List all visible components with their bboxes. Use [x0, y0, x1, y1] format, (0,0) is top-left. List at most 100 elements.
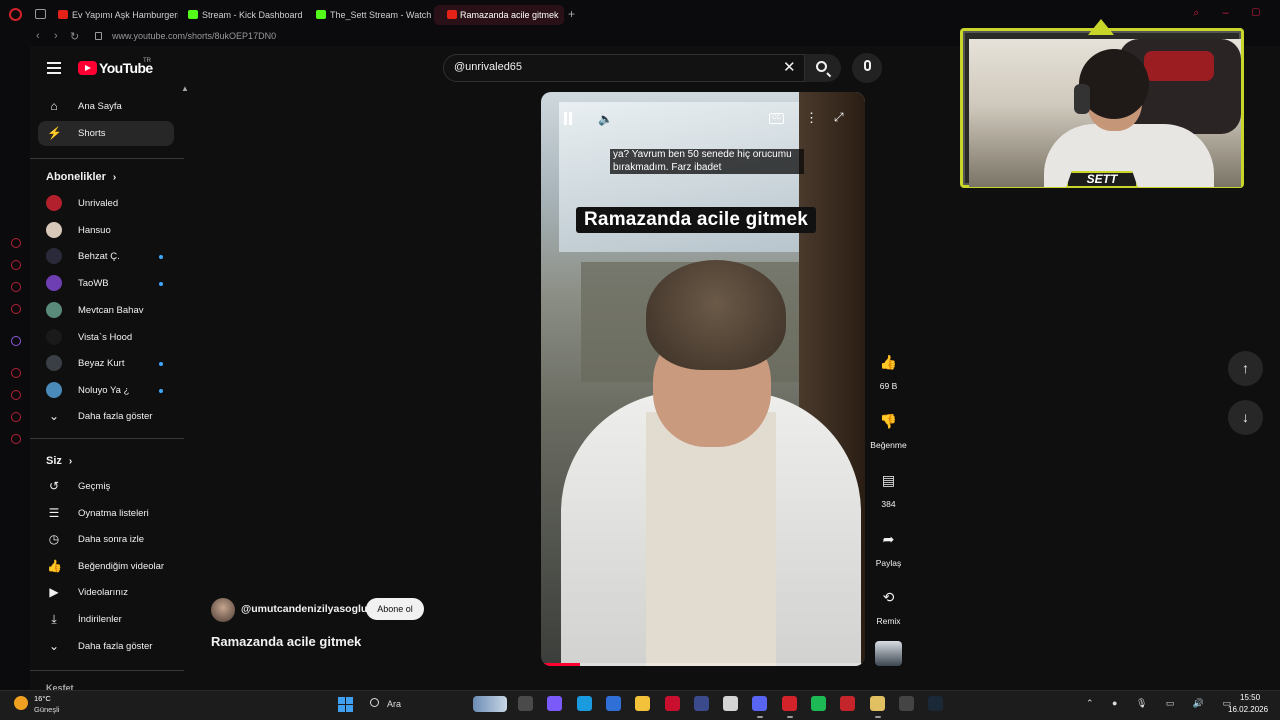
app-icon[interactable]: [723, 696, 739, 711]
reload-icon[interactable]: ↻: [70, 30, 79, 43]
sidebar-app-icon[interactable]: [11, 238, 21, 248]
menu-icon[interactable]: [47, 62, 61, 77]
dislike-button[interactable]: 👎 Beğenme: [868, 406, 909, 450]
subscription-item[interactable]: Noluyo Ya ¿: [38, 378, 174, 403]
pause-icon[interactable]: [563, 112, 573, 125]
sidebar-app-icon[interactable]: [11, 260, 21, 270]
browser-tab[interactable]: Ev Yapımı Aşk Hamburgeri: [58, 5, 178, 25]
weather-temperature[interactable]: 16°C: [34, 694, 51, 703]
subscriptions-heading[interactable]: Abonelikler ›: [46, 171, 116, 183]
tab-workspaces-icon[interactable]: [35, 9, 46, 19]
new-tab-button[interactable]: +: [568, 7, 575, 21]
settings-icon[interactable]: [11, 434, 21, 444]
weather-description[interactable]: Güneşli: [34, 705, 59, 714]
comments-button[interactable]: ▤ 384: [868, 465, 909, 509]
remix-button[interactable]: ⟲ Remix: [868, 582, 909, 626]
sidebar-app-icon[interactable]: [11, 282, 21, 292]
previous-short-button[interactable]: ↑: [1228, 351, 1263, 386]
more-options-icon[interactable]: ⋮: [805, 110, 818, 126]
mcafee-icon[interactable]: [664, 696, 680, 711]
record-icon[interactable]: [840, 696, 856, 711]
opera-icon[interactable]: [781, 696, 797, 711]
chevron-up-icon[interactable]: ▲: [181, 84, 189, 93]
discord-icon[interactable]: [752, 696, 768, 711]
channel-handle[interactable]: @umutcandenizilyasoglu: [241, 603, 367, 615]
browser-tab[interactable]: Stream - Kick Dashboard: [188, 5, 306, 25]
captions-icon[interactable]: CC: [769, 113, 784, 124]
channel-avatar[interactable]: [211, 598, 235, 622]
subscription-item[interactable]: TaoWB: [38, 271, 174, 296]
sidebar-item-playlists[interactable]: ☰ Oynatma listeleri: [38, 501, 174, 526]
search-query[interactable]: @unrivaled65: [454, 61, 522, 73]
taskbar-search-label[interactable]: Ara: [387, 699, 401, 709]
fullscreen-icon[interactable]: ⤢: [834, 110, 844, 125]
windows-start-icon[interactable]: [338, 697, 353, 712]
sidebar-item-watch-later[interactable]: ◷ Daha sonra izle: [38, 527, 174, 552]
you-heading[interactable]: Siz ›: [46, 455, 72, 467]
chevron-down-icon: ⌄: [48, 639, 60, 653]
youtube-logo-icon[interactable]: [78, 61, 97, 75]
sidebar-item-your-videos[interactable]: ▶ Videolarınız: [38, 580, 174, 605]
new-content-dot: [159, 255, 163, 260]
search-highlight-image[interactable]: [473, 696, 507, 712]
sound-channel-thumbnail[interactable]: [875, 641, 902, 666]
sidebar-app-icon[interactable]: [11, 412, 21, 422]
steam-icon[interactable]: [928, 696, 944, 711]
clock-time[interactable]: 15:50: [1240, 693, 1260, 702]
subscription-item[interactable]: Hansuo: [38, 218, 174, 243]
subscription-item[interactable]: Beyaz Kurt: [38, 351, 174, 376]
clock-date[interactable]: 16.02.2026: [1228, 705, 1268, 714]
show-more-you[interactable]: ⌄ Daha fazla göster: [38, 634, 174, 659]
sidebar-app-icon[interactable]: [11, 304, 21, 314]
browser-tab[interactable]: The_Sett Stream - Watch Live: [316, 5, 432, 25]
file-explorer-icon[interactable]: [635, 696, 651, 711]
subscription-item[interactable]: Unrivaled: [38, 191, 174, 216]
subscription-item[interactable]: Vista`s Hood: [38, 325, 174, 350]
playlists-icon: ☰: [48, 505, 60, 520]
clear-search-icon[interactable]: ✕: [783, 58, 796, 76]
video-overlay-title: Ramazanda acile gitmek: [576, 207, 817, 233]
forward-icon[interactable]: ›: [54, 30, 58, 42]
notes-icon[interactable]: [869, 696, 885, 711]
next-short-button[interactable]: ↓: [1228, 400, 1263, 435]
url-field[interactable]: www.youtube.com/shorts/8ukOEP17DN0: [112, 31, 276, 41]
browser-tab-active[interactable]: Ramazanda acile gitmek: [434, 5, 564, 25]
sidebar-item-liked-videos[interactable]: 👍 Beğendiğim videolar: [38, 554, 174, 579]
system-tray[interactable]: ⌃ ● 🎙 ▭ 🔊 ▭: [1086, 698, 1239, 709]
like-button[interactable]: 👍 69 B: [868, 347, 909, 391]
new-content-dot: [159, 388, 163, 393]
sidebar-item-ana-sayfa[interactable]: ⌂ Ana Sayfa: [38, 94, 174, 119]
weather-sun-icon[interactable]: [14, 696, 28, 710]
shorts-video-player[interactable]: [541, 92, 865, 666]
share-icon: ➦: [882, 531, 895, 547]
show-more-subscriptions[interactable]: ⌄ Daha fazla göster: [38, 404, 174, 429]
sidebar-item-shorts[interactable]: ⚡ Shorts: [38, 121, 174, 146]
like-count: 69 B: [879, 381, 898, 391]
task-view-icon[interactable]: [518, 696, 533, 711]
sidebar-item-downloads[interactable]: ⤓ İndirilenler: [38, 607, 174, 632]
video-progress-bar[interactable]: [541, 663, 865, 666]
twitch-icon[interactable]: [11, 336, 21, 346]
window-controls[interactable]: ⌕ ‒ ▢: [1193, 7, 1270, 20]
back-icon[interactable]: ‹: [36, 30, 40, 42]
obs-icon[interactable]: [898, 696, 914, 711]
subscribe-button[interactable]: Abone ol: [366, 598, 424, 620]
sidebar-app-icon[interactable]: [11, 390, 21, 400]
edge-icon[interactable]: [576, 696, 592, 711]
subscription-item[interactable]: Behzat Ç.: [38, 244, 174, 269]
webcam-frame: [960, 28, 1244, 188]
opera-logo-icon[interactable]: [9, 8, 22, 21]
vpn-icon[interactable]: [693, 696, 709, 711]
search-button[interactable]: [805, 54, 841, 82]
spotify-icon[interactable]: [811, 696, 826, 711]
sidebar-app-icon[interactable]: [11, 368, 21, 378]
voice-search-button[interactable]: [852, 53, 882, 83]
volume-icon[interactable]: 🔈: [598, 112, 613, 126]
arrow-up-icon: ↑: [1242, 360, 1249, 376]
store-icon[interactable]: [605, 696, 621, 711]
subscription-item[interactable]: Mevtcan Bahav: [38, 298, 174, 323]
search-icon[interactable]: [370, 698, 379, 707]
copilot-icon[interactable]: [547, 696, 563, 711]
share-button[interactable]: ➦ Paylaş: [868, 524, 909, 568]
sidebar-item-history[interactable]: ↺ Geçmiş: [38, 474, 174, 499]
